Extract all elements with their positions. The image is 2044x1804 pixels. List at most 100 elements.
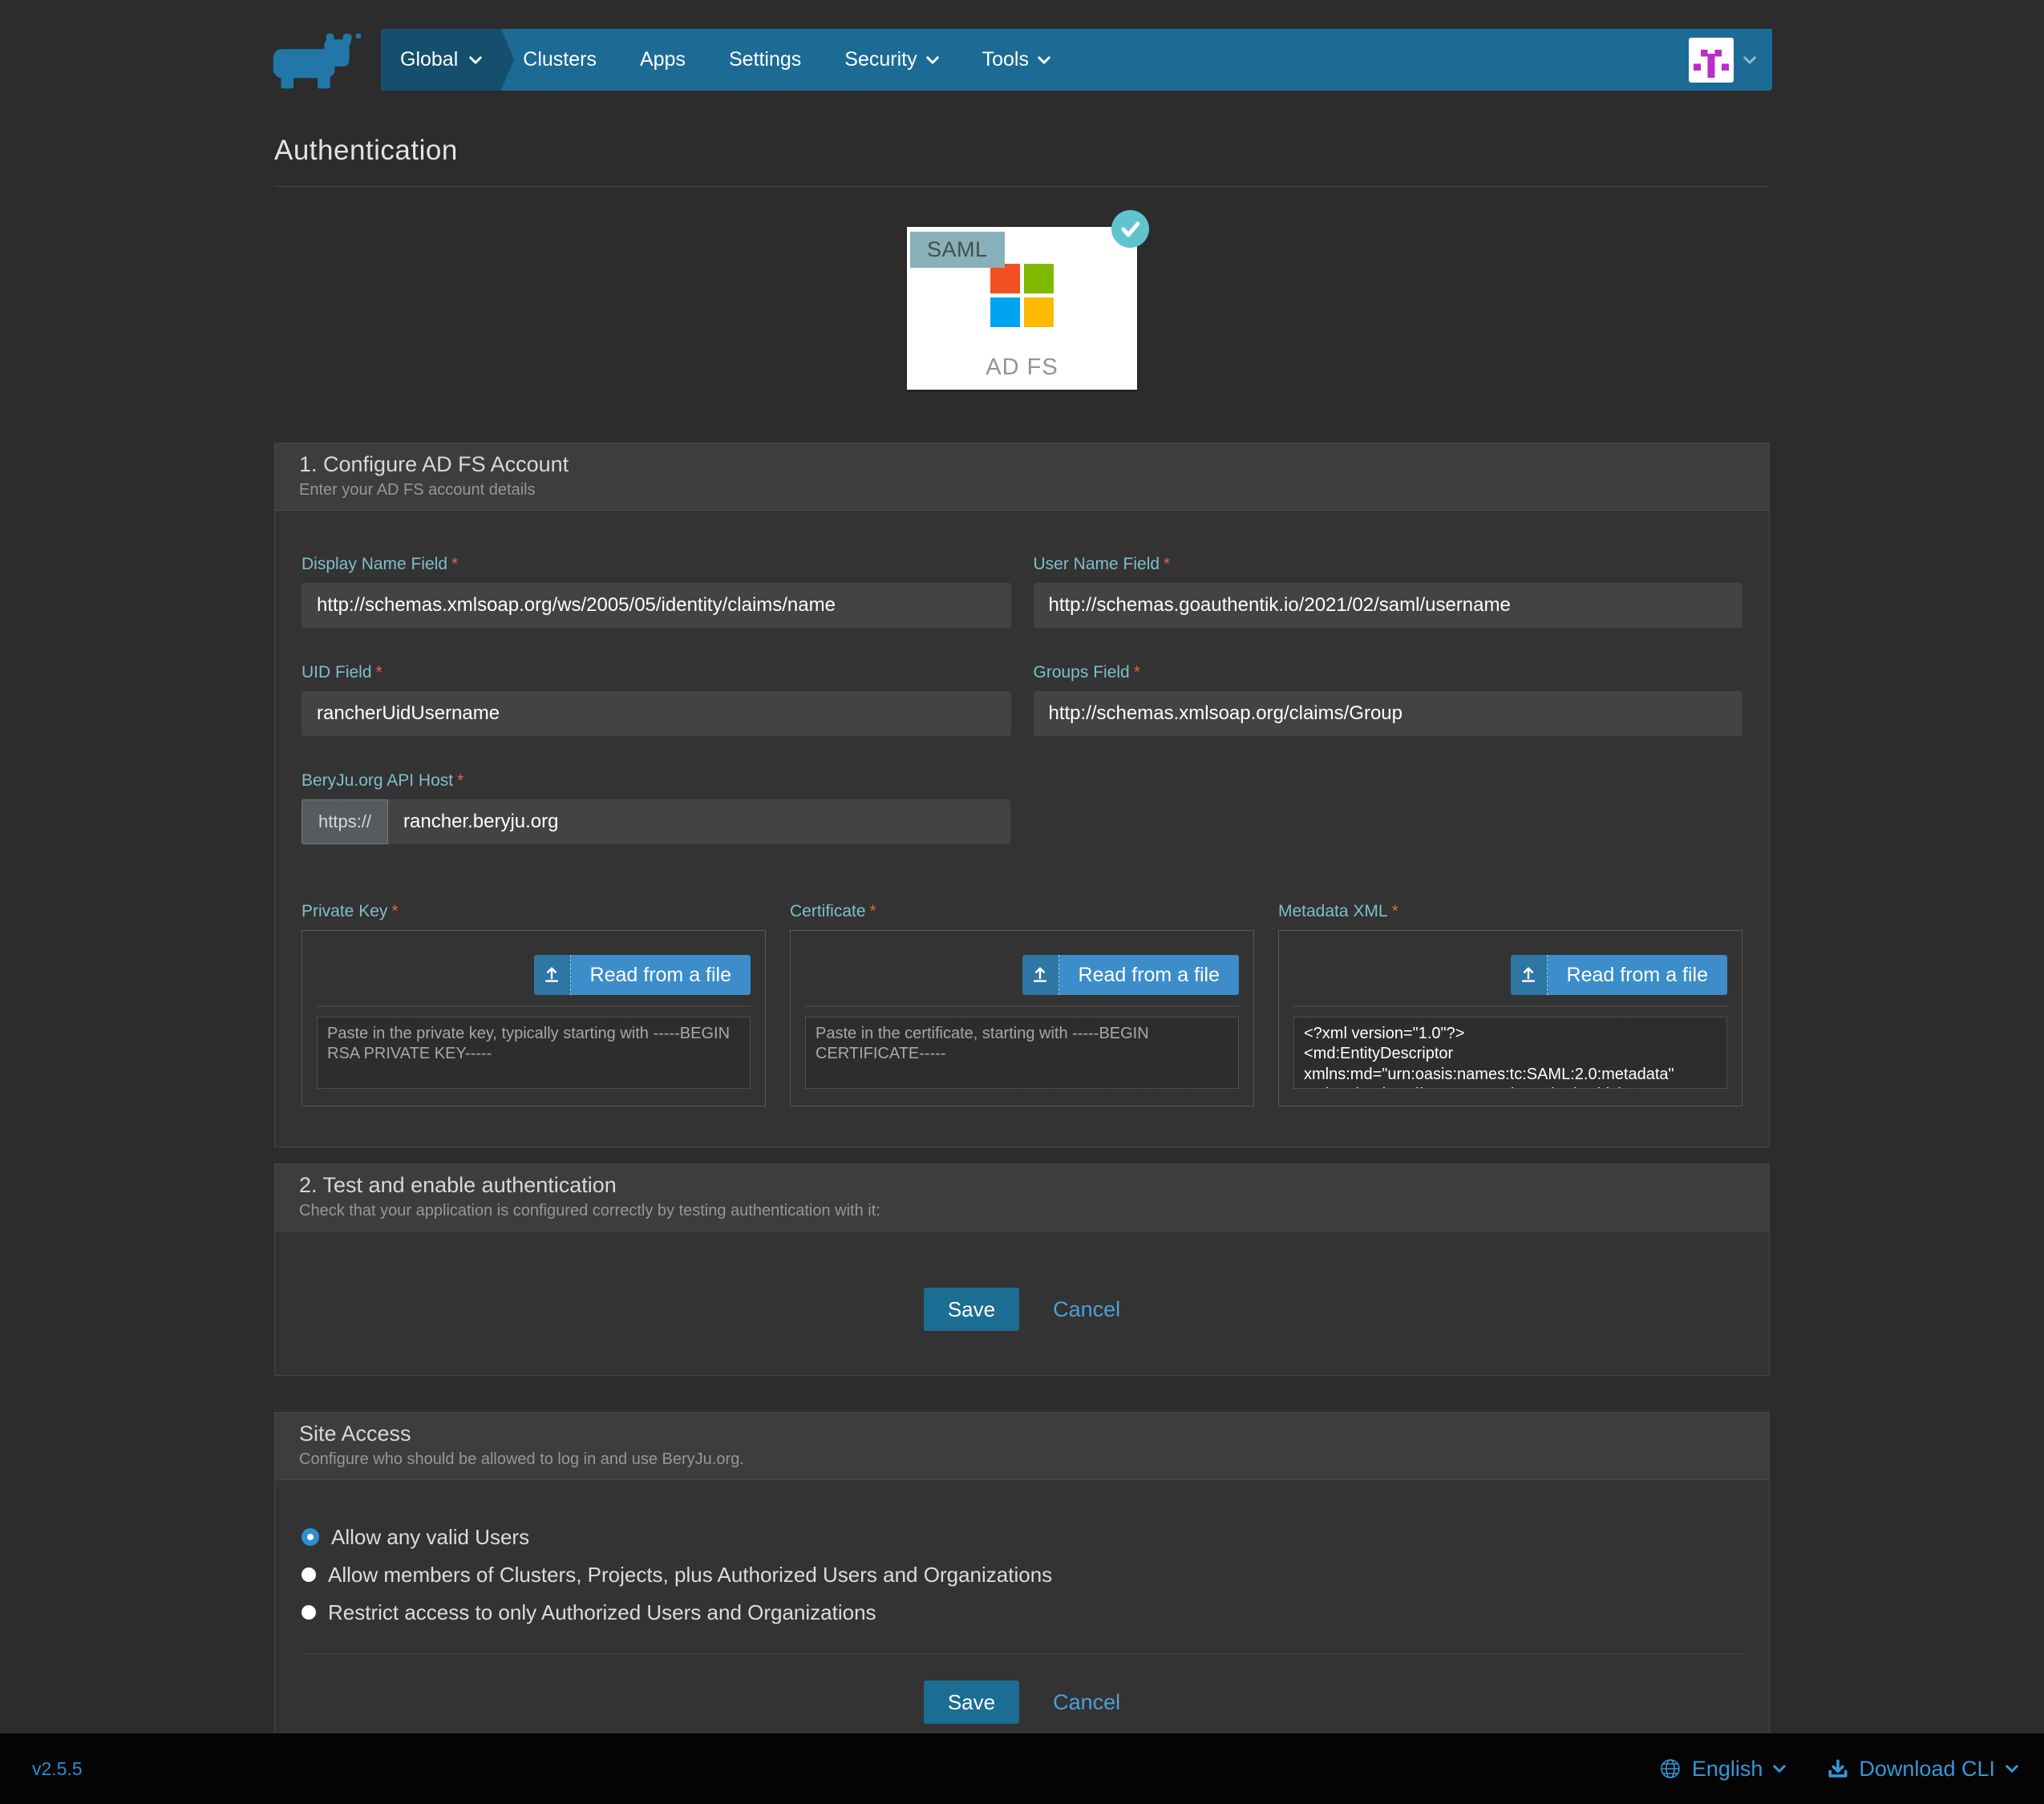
provider-card-row: SAML AD FS [274,227,1770,390]
site-access-title: Site Access [299,1422,1745,1446]
section-configure-account: 1. Configure AD FS Account Enter your AD… [274,443,1770,1147]
page-title: Authentication [274,135,1770,167]
radio-allow-members-clusters-projects[interactable]: Allow members of Clusters, Projects, plu… [302,1563,1742,1587]
api-host-label: BeryJu.org API Host* [302,771,1742,791]
cancel-link[interactable]: Cancel [1053,1297,1120,1322]
provider-card-adfs[interactable]: SAML AD FS [907,227,1137,390]
private-key-panel: Private Key* Read from a file [302,902,766,1106]
uid-input[interactable] [302,691,1011,736]
user-name-label: User Name Field* [1034,555,1743,574]
field-user-name: User Name Field* [1034,555,1743,628]
certificate-label: Certificate* [790,902,1254,921]
site-access-header: Site Access Configure who should be allo… [275,1413,1769,1480]
groups-input[interactable] [1034,691,1743,736]
section1-body: Display Name Field* User Name Field* UID… [275,511,1769,1147]
section1-header: 1. Configure AD FS Account Enter your AD… [275,443,1769,511]
ms-square-red [990,264,1020,293]
metadata-xml-label: Metadata XML* [1278,902,1742,921]
panel-divider [1293,1005,1727,1007]
required-asterisk: * [870,902,876,920]
language-label: English [1692,1757,1763,1782]
site-access-actions: Save Cancel [302,1654,1742,1724]
upload-icon [1022,955,1059,995]
ms-square-yellow [1024,297,1054,327]
selected-check-icon [1111,210,1149,248]
section2-title: 2. Test and enable authentication [299,1173,1745,1198]
required-asterisk: * [1392,902,1398,920]
ms-square-blue [990,297,1020,327]
chevron-down-icon [2006,1765,2018,1773]
required-asterisk: * [457,771,463,790]
read-file-button-label: Read from a file [1548,955,1727,995]
upload-icon [1511,955,1548,995]
read-file-button-label: Read from a file [1059,955,1239,995]
required-asterisk: * [391,902,398,920]
microsoft-logo-icon [990,264,1054,327]
download-cli-label: Download CLI [1859,1757,1995,1782]
field-groups: Groups Field* [1034,663,1743,736]
display-name-label: Display Name Field* [302,555,1011,574]
display-name-input[interactable] [302,583,1011,628]
metadata-xml-textarea[interactable]: <?xml version="1.0"?> <md:EntityDescript… [1293,1017,1727,1089]
metadata-xml-read-file-button[interactable]: Read from a file [1511,955,1727,995]
private-key-textarea[interactable] [317,1017,751,1089]
user-name-input[interactable] [1034,583,1743,628]
required-asterisk: * [451,555,458,573]
api-host-group: https:// [302,799,1010,844]
footer-links: English Download CLI [1659,1757,2018,1782]
api-host-input[interactable] [388,799,1010,844]
radio-unselected-icon [302,1567,316,1582]
radio-label: Allow any valid Users [331,1525,529,1550]
field-api-host: BeryJu.org API Host* https:// [302,771,1742,844]
site-access-save-button[interactable]: Save [924,1681,1019,1724]
private-key-read-file-button[interactable]: Read from a file [534,955,751,995]
download-icon [1827,1758,1848,1779]
section-site-access: Site Access Configure who should be allo… [274,1412,1770,1760]
account-form-grid: Display Name Field* User Name Field* UID… [302,555,1742,736]
read-file-button-label: Read from a file [571,955,751,995]
required-asterisk: * [376,663,382,682]
private-key-box: Read from a file [302,930,766,1106]
radio-restrict-authorized-only[interactable]: Restrict access to only Authorized Users… [302,1600,1742,1624]
saml-badge: SAML [910,232,1005,268]
panel-divider [805,1005,1239,1007]
certificate-box: Read from a file [790,930,1254,1106]
field-uid: UID Field* [302,663,1011,736]
site-access-cancel-link[interactable]: Cancel [1053,1690,1120,1715]
save-button[interactable]: Save [924,1288,1019,1331]
panel-divider [317,1005,751,1007]
version-label: v2.5.5 [32,1758,83,1780]
site-access-body: Allow any valid Users Allow members of C… [275,1480,1769,1759]
section2-subtitle: Check that your application is configure… [299,1202,1745,1220]
radio-label: Restrict access to only Authorized Users… [328,1600,876,1625]
section2-header: 2. Test and enable authentication Check … [275,1164,1769,1232]
required-asterisk: * [1134,663,1140,682]
footer: v2.5.5 English Download CLI [0,1733,2044,1804]
globe-icon [1659,1757,1682,1780]
https-prefix-addon: https:// [302,799,388,844]
radio-selected-icon [302,1528,319,1546]
radio-allow-any-valid-users[interactable]: Allow any valid Users [302,1525,1742,1549]
uid-label: UID Field* [302,663,1011,682]
groups-label: Groups Field* [1034,663,1743,682]
section1-title: 1. Configure AD FS Account [299,452,1745,477]
chevron-down-icon [1773,1765,1786,1773]
main-content: Authentication SAML AD FS 1. Configure A… [274,0,1770,1760]
title-divider [274,186,1770,187]
provider-name: AD FS [907,354,1137,381]
certificate-read-file-button[interactable]: Read from a file [1022,955,1239,995]
section1-subtitle: Enter your AD FS account details [299,481,1745,500]
ms-square-green [1024,264,1054,293]
required-asterisk: * [1164,555,1170,573]
metadata-xml-box: Read from a file <?xml version="1.0"?> <… [1278,930,1742,1106]
site-access-subtitle: Configure who should be allowed to log i… [299,1450,1745,1469]
certificate-panel: Certificate* Read from a file [790,902,1254,1106]
upload-icon [534,955,571,995]
metadata-xml-panel: Metadata XML* Read from a file <?xml ver… [1278,902,1742,1106]
certificate-textarea[interactable] [805,1017,1239,1089]
language-selector[interactable]: English [1659,1757,1787,1782]
download-cli-menu[interactable]: Download CLI [1827,1757,2018,1782]
section2-actions: Save Cancel [275,1232,1769,1375]
file-panels-row: Private Key* Read from a file Certificat… [302,902,1742,1106]
field-display-name: Display Name Field* [302,555,1011,628]
